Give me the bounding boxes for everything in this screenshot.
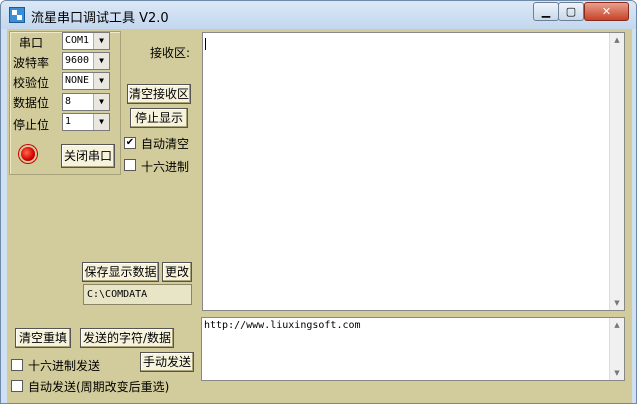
send-content: http://www.liuxingsoft.com [204,320,361,331]
window-title: 流星串口调试工具 V2.0 [31,11,169,26]
parity-value: NONE [65,75,90,86]
parity-label: 校验位 [13,76,50,90]
hex-send-label: 十六进制发送 [28,359,101,373]
databits-select[interactable]: 8 ▼ [62,93,110,111]
save-display-button[interactable]: 保存显示数据 [82,262,159,282]
hex-display-checkbox[interactable] [124,159,136,171]
scroll-up-icon[interactable]: ▲ [610,33,624,47]
receive-label: 接收区: [150,46,191,60]
chevron-down-icon[interactable]: ▼ [93,73,109,89]
title-bar[interactable]: 流星串口调试工具 V2.0 ▁ ▢ ✕ [1,1,636,29]
send-data-button[interactable]: 发送的字符/数据 [80,328,174,348]
port-value: COM1 [65,35,90,46]
auto-clear-checkbox[interactable]: ✔ [124,137,136,149]
chevron-down-icon[interactable]: ▼ [93,114,109,130]
save-path-field[interactable]: C:\COMDATA [83,284,192,305]
scroll-up-icon[interactable]: ▲ [610,318,624,332]
hex-send-checkbox[interactable] [11,359,23,371]
minimize-button[interactable]: ▁ [533,2,559,21]
receive-scrollbar[interactable]: ▲ ▼ [609,33,624,310]
stopbits-value: 1 [65,116,72,127]
receive-textarea[interactable]: ▲ ▼ [202,32,625,311]
client-area: 串口 COM1 ▼ 波特率 9600 ▼ 校验位 NONE ▼ 数据位 8 ▼ … [7,29,632,403]
maximize-button[interactable]: ▢ [558,2,584,21]
chevron-down-icon[interactable]: ▼ [93,33,109,49]
auto-send-label: 自动发送(周期改变后重选) [28,380,170,394]
stopbits-label: 停止位 [13,118,50,132]
stopbits-select[interactable]: 1 ▼ [62,113,110,131]
main-window: 流星串口调试工具 V2.0 ▁ ▢ ✕ 串口 COM1 ▼ 波特率 9600 ▼… [0,0,637,404]
baud-select[interactable]: 9600 ▼ [62,52,110,70]
port-label: 串口 [19,36,44,50]
auto-send-checkbox[interactable] [11,380,23,392]
close-button[interactable]: ✕ [584,2,629,21]
chevron-down-icon[interactable]: ▼ [93,94,109,110]
clear-refill-button[interactable]: 清空重填 [15,328,71,348]
databits-label: 数据位 [13,96,50,110]
port-status-led-icon [21,147,35,161]
close-port-button[interactable]: 关闭串口 [61,144,115,168]
port-select[interactable]: COM1 ▼ [62,32,110,50]
baud-value: 9600 [65,55,90,66]
databits-value: 8 [65,96,72,107]
auto-clear-label: 自动清空 [141,137,190,151]
text-caret [205,38,206,50]
stop-display-button[interactable]: 停止显示 [130,108,188,128]
baud-label: 波特率 [13,56,50,70]
chevron-down-icon[interactable]: ▼ [93,53,109,69]
send-textarea[interactable]: http://www.liuxingsoft.com ▲ ▼ [201,317,625,381]
hex-display-label: 十六进制 [141,160,190,174]
app-icon [9,7,25,23]
clear-receive-button[interactable]: 清空接收区 [127,84,191,104]
change-path-button[interactable]: 更改 [162,262,192,282]
scroll-down-icon[interactable]: ▼ [610,366,624,380]
send-scrollbar[interactable]: ▲ ▼ [609,318,624,380]
scroll-down-icon[interactable]: ▼ [610,296,624,310]
parity-select[interactable]: NONE ▼ [62,72,110,90]
manual-send-button[interactable]: 手动发送 [140,352,194,372]
